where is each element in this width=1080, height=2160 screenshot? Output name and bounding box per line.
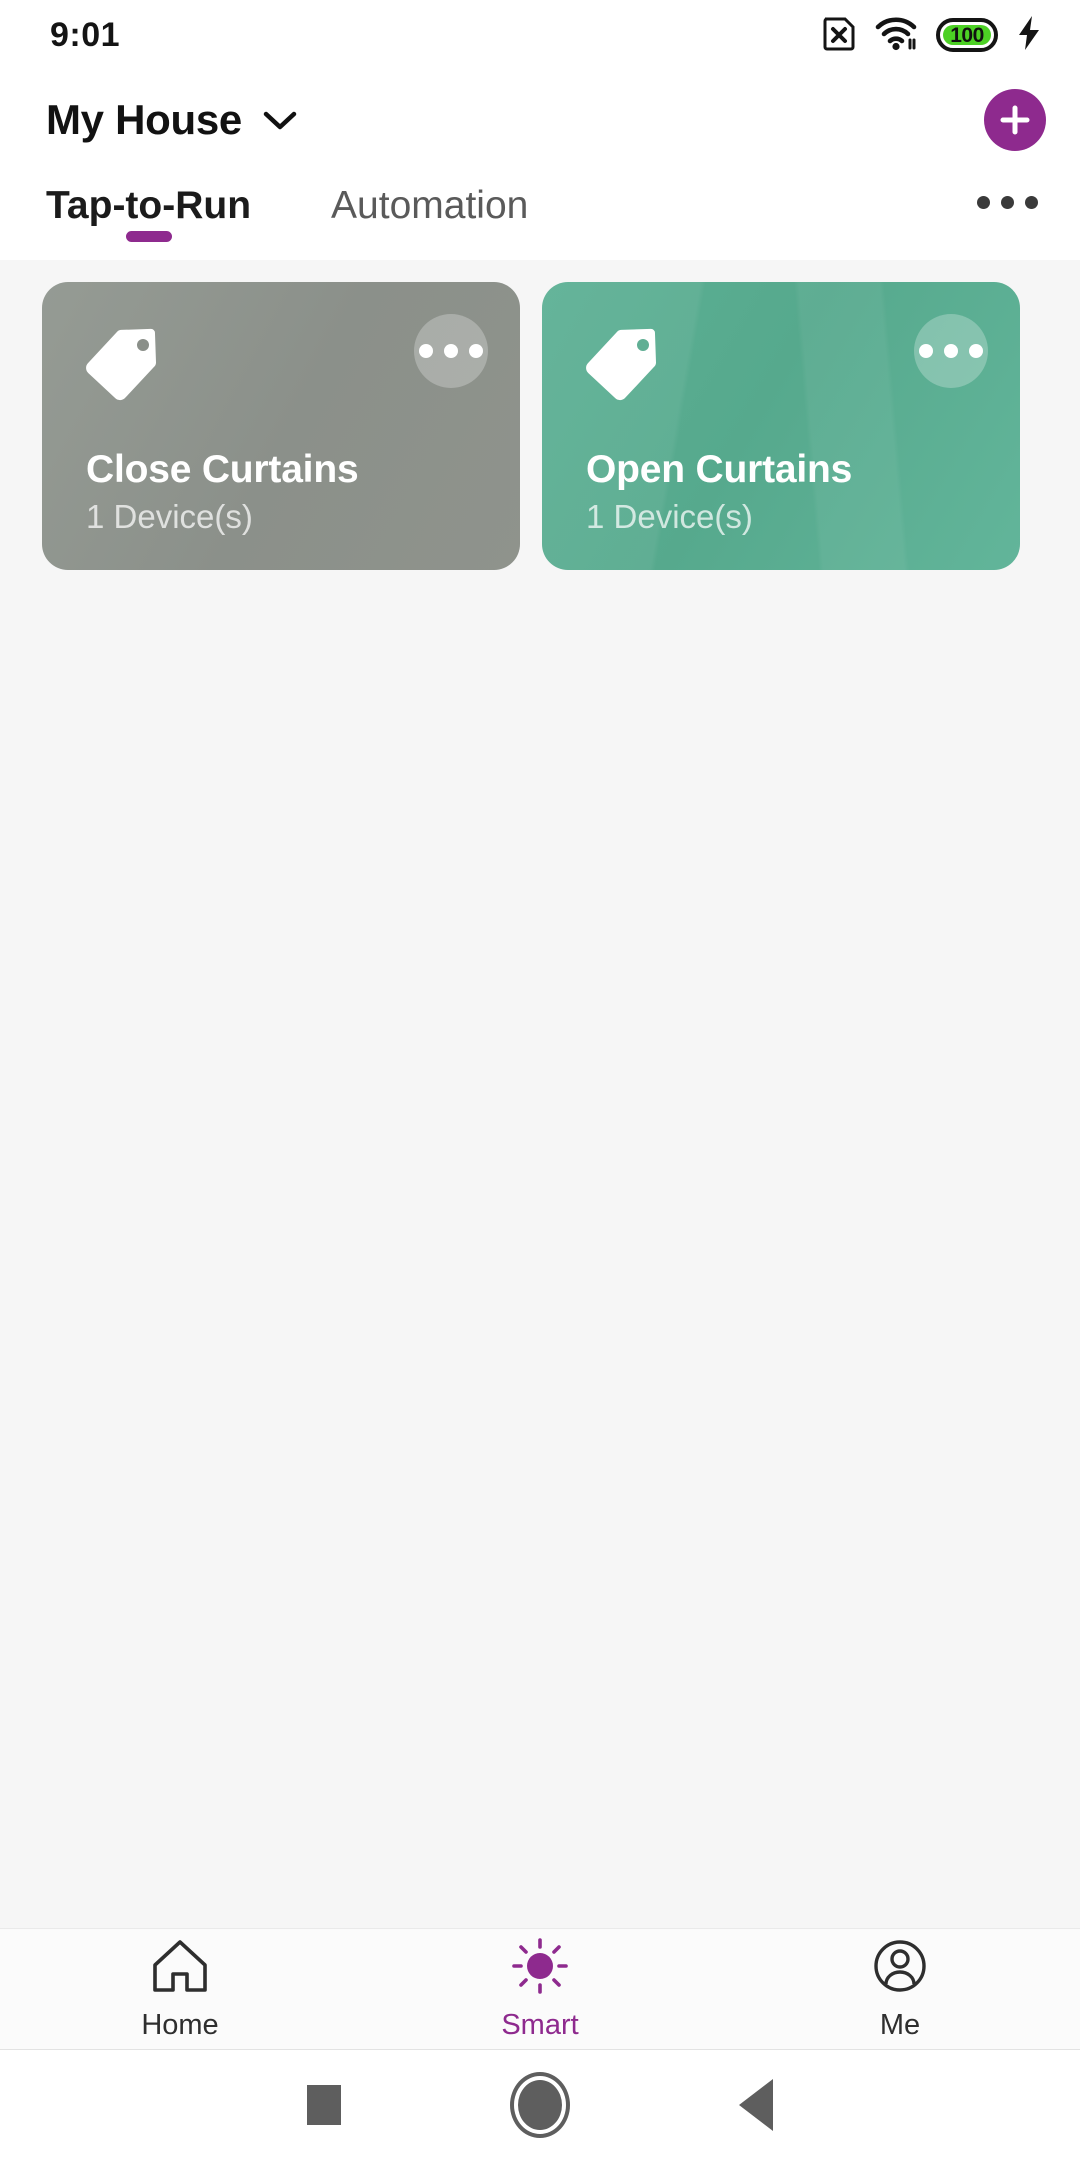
more-dot — [1001, 196, 1014, 209]
scene-grid: Close Curtains 1 Device(s) Open Curtains… — [0, 282, 1080, 570]
menu-dot — [944, 344, 958, 358]
nav-item-me[interactable]: Me — [720, 1929, 1080, 2049]
scene-card-menu-button[interactable] — [914, 314, 988, 388]
add-button[interactable] — [984, 89, 1046, 151]
charging-bolt-icon — [1016, 14, 1042, 57]
status-bar: 9:01 100 — [0, 0, 1080, 70]
scene-card[interactable]: Open Curtains 1 Device(s) — [542, 282, 1020, 570]
circle-home-icon[interactable] — [432, 2080, 648, 2130]
tab-tap-to-run[interactable]: Tap-to-Run — [46, 184, 251, 244]
scene-card-device-count: 1 Device(s) — [86, 498, 253, 535]
nav-item-me-label: Me — [879, 2009, 921, 2041]
house-name-title: My House — [46, 96, 242, 143]
scene-card-text: Open Curtains 1 Device(s) — [586, 448, 980, 536]
scene-card[interactable]: Close Curtains 1 Device(s) — [42, 282, 520, 570]
tag-icon — [586, 326, 664, 409]
triangle-back-icon[interactable] — [648, 2079, 864, 2131]
status-time: 9:01 — [50, 15, 121, 54]
chevron-down-icon[interactable] — [262, 108, 298, 132]
menu-dot — [919, 344, 933, 358]
nav-item-home-label: Home — [141, 2009, 219, 2041]
smart-sun-icon — [509, 1936, 571, 2001]
nav-item-smart[interactable]: Smart — [360, 1929, 720, 2049]
square-recents-icon[interactable] — [216, 2085, 432, 2125]
sim-no-card-icon — [822, 15, 856, 56]
nav-item-smart-label: Smart — [501, 2009, 579, 2041]
battery-icon: 100 — [936, 18, 998, 52]
tab-bar: Tap-to-Run Automation — [0, 170, 1080, 260]
more-dot — [1025, 196, 1038, 209]
back-triangle — [739, 2079, 773, 2131]
wifi-icon — [874, 14, 918, 57]
status-icons: 100 — [822, 14, 1042, 57]
home-icon — [149, 1936, 211, 2001]
tab-active-indicator — [125, 231, 172, 242]
home-circle — [518, 2080, 562, 2130]
bottom-navigation: Home Smart Me — [0, 1928, 1080, 2050]
tab-automation-label: Automation — [331, 184, 529, 227]
tag-icon — [86, 326, 164, 409]
recents-square — [307, 2085, 341, 2125]
person-circle-icon — [869, 1936, 931, 2001]
battery-percent: 100 — [950, 23, 984, 47]
scene-card-title: Open Curtains — [586, 448, 853, 491]
menu-dot — [469, 344, 483, 358]
app-screen: 9:01 100 My House Tap-to-Run Automation … — [0, 0, 1080, 2160]
scene-card-text: Close Curtains 1 Device(s) — [86, 448, 480, 536]
more-options-icon[interactable] — [977, 196, 1038, 209]
tab-tap-to-run-label: Tap-to-Run — [46, 184, 252, 227]
menu-dot — [444, 344, 458, 358]
system-navigation-bar — [0, 2050, 1080, 2160]
plus-icon — [1000, 105, 1030, 135]
scene-card-menu-button[interactable] — [414, 314, 488, 388]
scene-list: Close Curtains 1 Device(s) Open Curtains… — [0, 260, 1080, 1928]
more-dot — [977, 196, 990, 209]
tab-automation[interactable]: Automation — [331, 184, 528, 244]
scene-card-title: Close Curtains — [86, 448, 359, 491]
scene-card-device-count: 1 Device(s) — [586, 498, 753, 535]
menu-dot — [419, 344, 433, 358]
app-header: My House — [0, 70, 1080, 170]
nav-item-home[interactable]: Home — [0, 1929, 360, 2049]
menu-dot — [969, 344, 983, 358]
